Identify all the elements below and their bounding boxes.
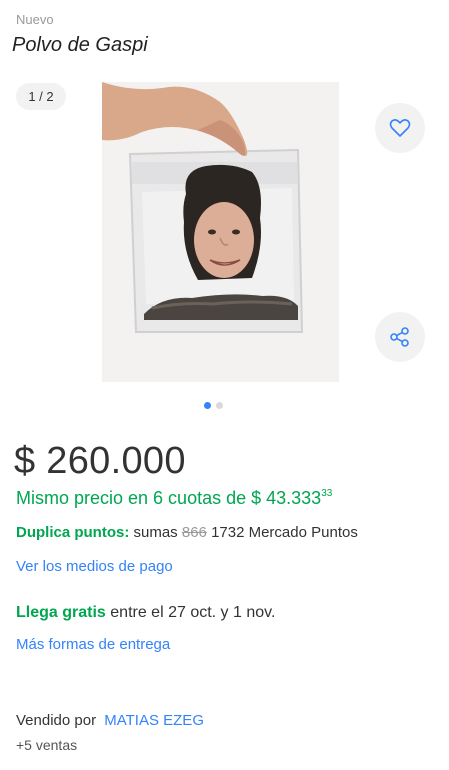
price: $ 260.000 <box>14 440 186 482</box>
pagination-dot[interactable] <box>216 402 223 409</box>
favorite-button[interactable] <box>375 103 425 153</box>
delivery-dates: entre el 27 oct. y 1 nov. <box>110 604 276 621</box>
seller-info: Vendido por MATIAS EZEG <box>16 712 204 729</box>
share-button[interactable] <box>375 312 425 362</box>
installments-text: Mismo precio en 6 cuotas de $ 43.333 <box>16 488 322 508</box>
image-gallery[interactable]: 1 / 2 <box>0 74 449 419</box>
payment-methods-link[interactable]: Ver los medios de pago <box>16 558 173 575</box>
heart-icon <box>389 119 411 137</box>
product-photo-drawing <box>102 82 339 382</box>
seller-name-link[interactable]: MATIAS EZEG <box>104 712 204 729</box>
points-old: 866 <box>181 524 207 541</box>
item-condition: Nuevo <box>16 12 54 27</box>
points-new: 1732 Mercado Puntos <box>211 524 358 541</box>
points-label: Duplica puntos: <box>16 524 130 541</box>
seller-sales: +5 ventas <box>16 737 78 753</box>
item-title: Polvo de Gaspi <box>12 34 148 56</box>
points-prefix: sumas <box>133 524 178 541</box>
free-shipping-label: Llega gratis <box>16 604 106 621</box>
pagination-dot-active[interactable] <box>204 402 211 409</box>
share-icon <box>390 327 409 347</box>
more-delivery-options-link[interactable]: Más formas de entrega <box>16 636 170 653</box>
gallery-pagination[interactable] <box>204 402 223 409</box>
delivery-info: Llega gratis entre el 27 oct. y 1 nov. <box>16 604 275 622</box>
gallery-counter: 1 / 2 <box>16 83 66 110</box>
seller-label: Vendido por <box>16 712 97 729</box>
points-info: Duplica puntos: sumas 866 1732 Mercado P… <box>16 524 358 541</box>
installments-info: Mismo precio en 6 cuotas de $ 43.33333 <box>16 488 332 509</box>
installments-cents: 33 <box>321 488 333 499</box>
product-photo[interactable] <box>102 82 339 382</box>
